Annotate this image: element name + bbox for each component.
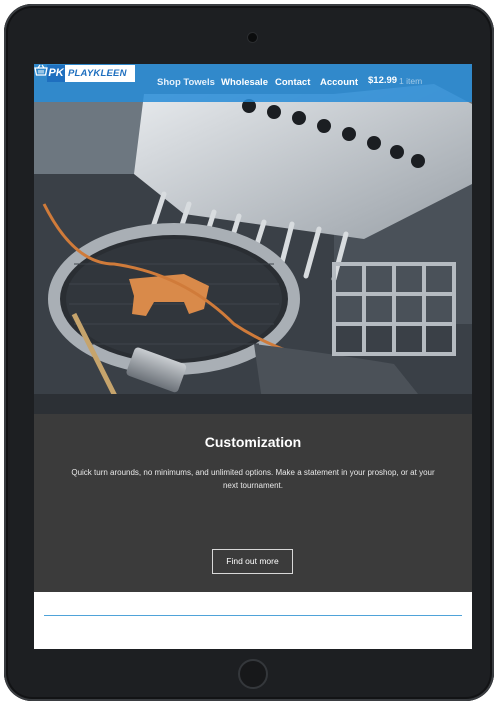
section-description: Quick turn arounds, no minimums, and unl… bbox=[71, 468, 435, 490]
section-title: Customization bbox=[204, 434, 302, 450]
top-nav-bar: PK PLAYKLEEN Shop Towels Wholesale Conta… bbox=[34, 64, 472, 102]
logo-text: PLAYKLEEN bbox=[68, 68, 127, 79]
screen: PK PLAYKLEEN Shop Towels Wholesale Conta… bbox=[34, 64, 472, 649]
logo-mark: PK bbox=[47, 65, 65, 82]
divider-line bbox=[44, 615, 462, 616]
embroidery-machine-illustration bbox=[34, 64, 472, 414]
front-camera bbox=[248, 33, 257, 42]
home-button[interactable] bbox=[238, 659, 268, 689]
footer-strip bbox=[34, 592, 472, 649]
cart-total[interactable]: $12.99 bbox=[368, 75, 397, 86]
nav-link-account[interactable]: Account bbox=[320, 77, 358, 88]
tablet-frame: PK PLAYKLEEN Shop Towels Wholesale Conta… bbox=[4, 4, 494, 701]
customization-section: Customization Quick turn arounds, no min… bbox=[34, 414, 472, 592]
nav-link-contact[interactable]: Contact bbox=[275, 77, 310, 88]
cart-item-count[interactable]: 1 item bbox=[399, 76, 422, 86]
find-out-more-button[interactable]: Find out more bbox=[212, 549, 293, 574]
nav-link-shop-towels[interactable]: Shop Towels bbox=[157, 77, 215, 88]
playkleen-logo[interactable]: PK PLAYKLEEN bbox=[47, 65, 135, 82]
nav-link-wholesale[interactable]: Wholesale bbox=[221, 77, 268, 88]
hero-image: PK PLAYKLEEN Shop Towels Wholesale Conta… bbox=[34, 64, 472, 414]
basket-icon[interactable] bbox=[34, 64, 48, 76]
